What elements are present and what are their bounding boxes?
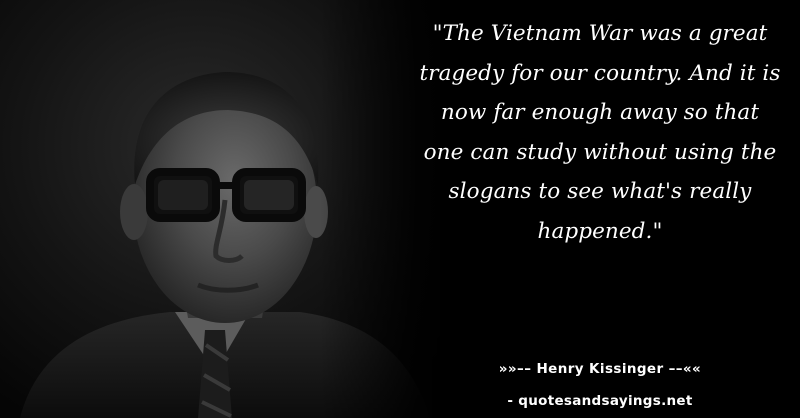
quote-text: "The Vietnam War was a great tragedy for… (419, 21, 781, 244)
portrait-photo (0, 0, 440, 418)
quote-block: "The Vietnam War was a great tragedy for… (418, 14, 782, 251)
website-credit: - quotesandsayings.net (507, 393, 693, 409)
quote-card: "The Vietnam War was a great tragedy for… (0, 0, 800, 418)
author-attribution: »»–– Henry Kissinger ––«« (498, 361, 702, 377)
